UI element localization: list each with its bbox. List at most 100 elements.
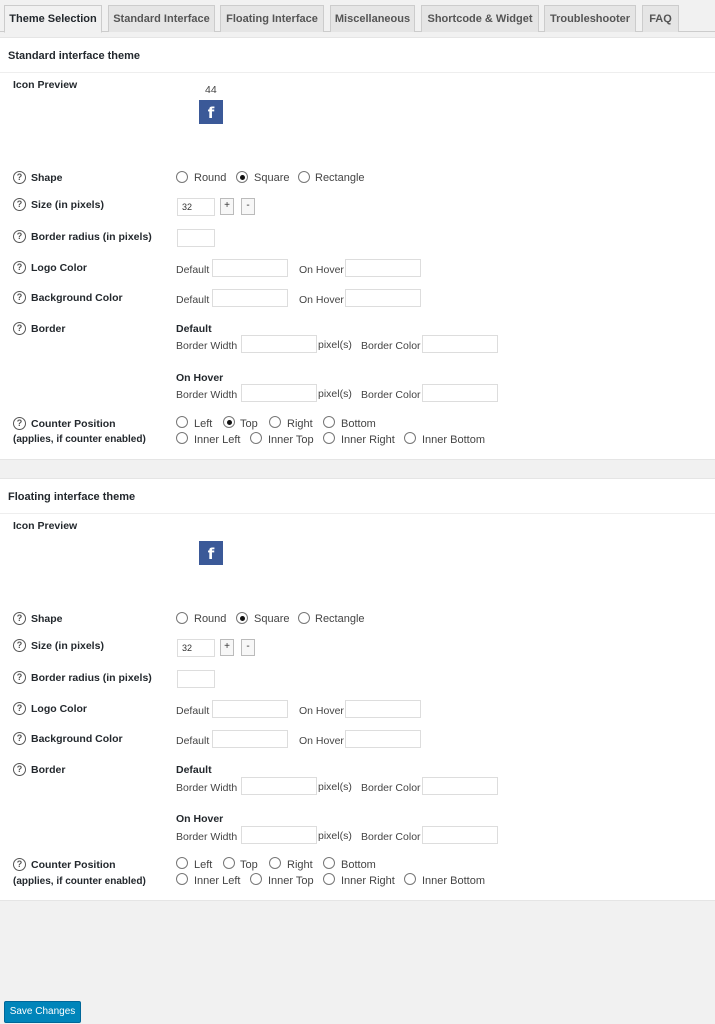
counter-position-label: Counter Position [31,418,116,430]
border-color-default-input[interactable] [422,777,498,795]
counter-inner-bottom-radio[interactable] [404,432,416,444]
border-width-hover-input[interactable] [241,384,317,402]
on-hover-label: On Hover [299,294,344,306]
help-icon[interactable]: ? [13,858,26,871]
counter-inner-right-radio[interactable] [323,432,335,444]
default-label: Default [176,264,210,276]
default-label: Default [176,294,210,306]
background-color-default-input[interactable] [212,730,288,748]
icon-preview-label: Icon Preview [13,520,78,532]
border-color-label: Border Color [361,340,421,352]
tab-troubleshooter[interactable]: Troubleshooter [544,5,636,32]
help-icon[interactable]: ? [13,198,26,211]
counter-inner-left-radio[interactable] [176,432,188,444]
background-color-label: Background Color [31,733,123,745]
shape-rectangle-radio[interactable] [298,612,310,624]
radio-label: Right [287,418,313,430]
help-icon[interactable]: ? [13,612,26,625]
help-icon[interactable]: ? [13,702,26,715]
help-icon[interactable]: ? [13,291,26,304]
counter-inner-top-radio[interactable] [250,432,262,444]
save-changes-button[interactable]: Save Changes [4,1001,81,1023]
size-minus-button[interactable]: - [241,198,255,215]
shape-round-radio[interactable] [176,171,188,183]
help-icon[interactable]: ? [13,763,26,776]
counter-inner-right-radio[interactable] [323,873,335,885]
tab-faq[interactable]: FAQ [642,5,679,32]
border-label: Border [31,764,66,776]
help-icon[interactable]: ? [13,639,26,652]
radio-label: Square [254,613,290,625]
radio-label: Round [194,172,227,184]
size-plus-button[interactable]: + [220,639,234,656]
counter-top-radio[interactable] [223,416,235,428]
size-input[interactable]: 32 [177,639,215,657]
counter-bottom-radio[interactable] [323,416,335,428]
tab-shortcode-widget[interactable]: Shortcode & Widget [421,5,539,32]
shape-label: Shape [31,172,63,184]
counter-right-radio[interactable] [269,416,281,428]
radio-label: Left [194,418,213,430]
border-hover-heading: On Hover [176,372,224,384]
size-minus-button[interactable]: - [241,639,255,656]
counter-inner-top-radio[interactable] [250,873,262,885]
shape-round-radio[interactable] [176,612,188,624]
help-icon[interactable]: ? [13,732,26,745]
background-color-hover-input[interactable] [345,730,421,748]
share-counter: 44 [205,84,217,96]
tab-standard-interface[interactable]: Standard Interface [108,5,215,32]
counter-right-radio[interactable] [269,857,281,869]
logo-color-hover-input[interactable] [345,259,421,277]
help-icon[interactable]: ? [13,230,26,243]
counter-top-radio[interactable] [223,857,235,869]
border-width-hover-input[interactable] [241,826,317,844]
shape-rectangle-radio[interactable] [298,171,310,183]
border-color-label: Border Color [361,389,421,401]
border-width-default-input[interactable] [241,777,317,795]
on-hover-label: On Hover [299,264,344,276]
radio-label: Left [194,859,213,871]
tab-theme-selection[interactable]: Theme Selection [4,5,102,33]
tab-floating-interface[interactable]: Floating Interface [220,5,324,32]
logo-color-default-input[interactable] [212,259,288,277]
size-plus-button[interactable]: + [220,198,234,215]
background-color-label: Background Color [31,292,123,304]
counter-left-radio[interactable] [176,416,188,428]
logo-color-default-input[interactable] [212,700,288,718]
facebook-icon: f [199,541,223,565]
size-input[interactable]: 32 [177,198,215,216]
radio-label: Right [287,859,313,871]
counter-inner-left-radio[interactable] [176,873,188,885]
icon-preview-label: Icon Preview [13,79,78,91]
help-icon[interactable]: ? [13,261,26,274]
tab-bar: Theme Selection Standard Interface Float… [0,0,715,33]
border-width-default-input[interactable] [241,335,317,353]
border-color-hover-input[interactable] [422,384,498,402]
floating-theme-panel: Floating interface theme Icon Preview f … [0,478,715,901]
shape-square-radio[interactable] [236,612,248,624]
counter-position-label: Counter Position [31,859,116,871]
background-color-default-input[interactable] [212,289,288,307]
counter-bottom-radio[interactable] [323,857,335,869]
border-color-label: Border Color [361,831,421,843]
counter-inner-bottom-radio[interactable] [404,873,416,885]
border-radius-input[interactable] [177,670,215,688]
tab-miscellaneous[interactable]: Miscellaneous [330,5,415,32]
border-color-hover-input[interactable] [422,826,498,844]
radio-label: Bottom [341,418,376,430]
border-color-default-input[interactable] [422,335,498,353]
help-icon[interactable]: ? [13,171,26,184]
help-icon[interactable]: ? [13,671,26,684]
radio-label: Inner Bottom [422,434,485,446]
help-icon[interactable]: ? [13,322,26,335]
counter-left-radio[interactable] [176,857,188,869]
logo-color-hover-input[interactable] [345,700,421,718]
radio-label: Inner Right [341,434,395,446]
logo-color-label: Logo Color [31,703,87,715]
unit-label: pixel(s) [318,388,352,400]
border-radius-input[interactable] [177,229,215,247]
border-default-heading: Default [176,323,212,335]
help-icon[interactable]: ? [13,417,26,430]
background-color-hover-input[interactable] [345,289,421,307]
shape-square-radio[interactable] [236,171,248,183]
